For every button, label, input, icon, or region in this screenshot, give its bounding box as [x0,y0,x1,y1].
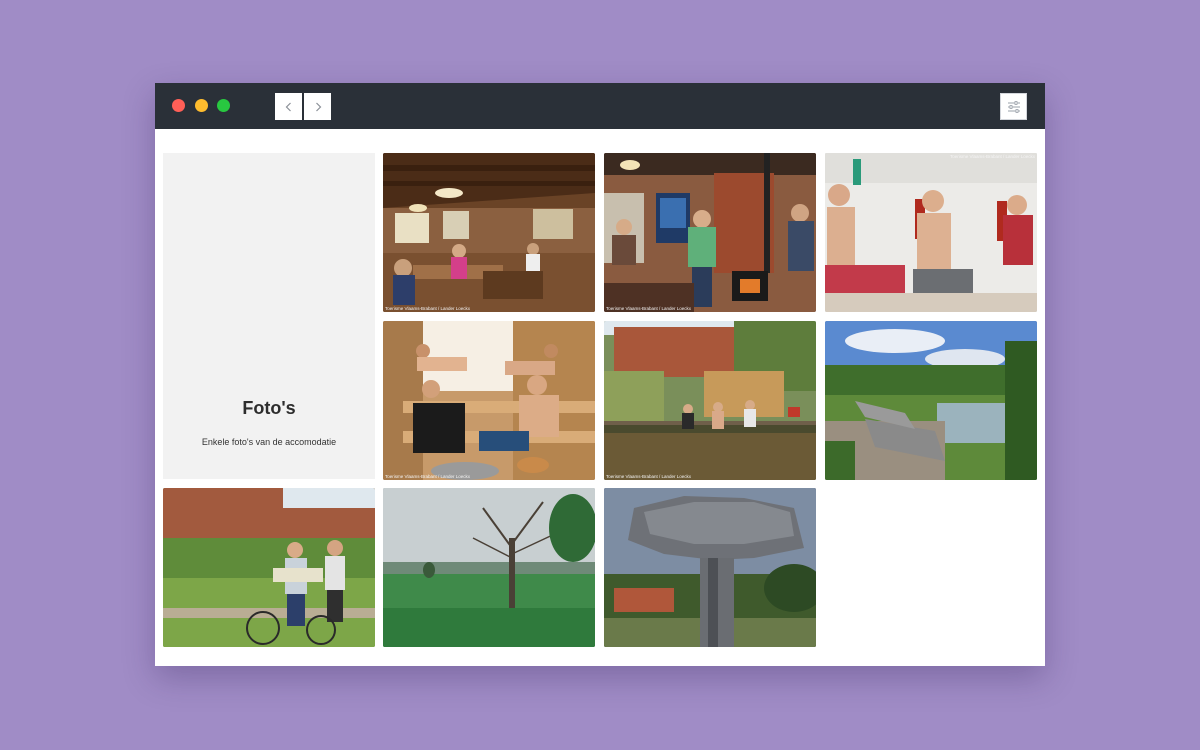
gallery-intro-card: Foto's Enkele foto's van de accomodatie [163,153,375,479]
photo-swimming-pond[interactable]: Toerisme Vlaams-Brabant / Lander Loeckx [604,321,816,480]
photo-garden-lounge-chairs[interactable] [825,321,1037,480]
title-bar [155,83,1045,129]
back-button[interactable] [275,93,302,120]
photo-credit: Toerisme Vlaams-Brabant / Lander Loeckx [606,474,692,479]
photo-sauna-bench[interactable]: Toerisme Vlaams-Brabant / Lander Loeckx [825,153,1037,312]
photo-credit: Toerisme Vlaams-Brabant / Lander Loeckx [606,306,692,311]
sliders-icon [1007,100,1020,113]
minimize-window-button[interactable] [195,99,208,112]
chevron-left-icon [285,102,291,111]
photo-bicycles[interactable] [163,488,375,647]
photo-sculpture[interactable] [604,488,816,647]
photo-lounge[interactable]: Toerisme Vlaams-Brabant / Lander Loeckx [604,153,816,312]
menu-button[interactable] [1000,93,1027,120]
photo-gallery: Foto's Enkele foto's van de accomodatie [155,129,1045,666]
photo-credit: Toerisme Vlaams-Brabant / Lander Loeckx [949,154,1035,159]
zoom-window-button[interactable] [217,99,230,112]
gallery-title: Foto's [242,398,296,418]
photo-sauna-interior[interactable]: Toerisme Vlaams-Brabant / Lander Loeckx [383,321,595,480]
photo-dining-hall[interactable]: Toerisme Vlaams-Brabant / Lander Loeckx [383,153,595,312]
gallery-subtitle: Enkele foto's van de accomodatie [201,437,337,447]
forward-button[interactable] [304,93,331,120]
browser-window: Foto's Enkele foto's van de accomodatie [155,83,1045,666]
photo-field-tree[interactable] [383,488,595,647]
photo-credit: Toerisme Vlaams-Brabant / Lander Loeckx [385,306,471,311]
photo-credit: Toerisme Vlaams-Brabant / Lander Loeckx [385,474,471,479]
close-window-button[interactable] [172,99,185,112]
chevron-right-icon [315,102,321,111]
